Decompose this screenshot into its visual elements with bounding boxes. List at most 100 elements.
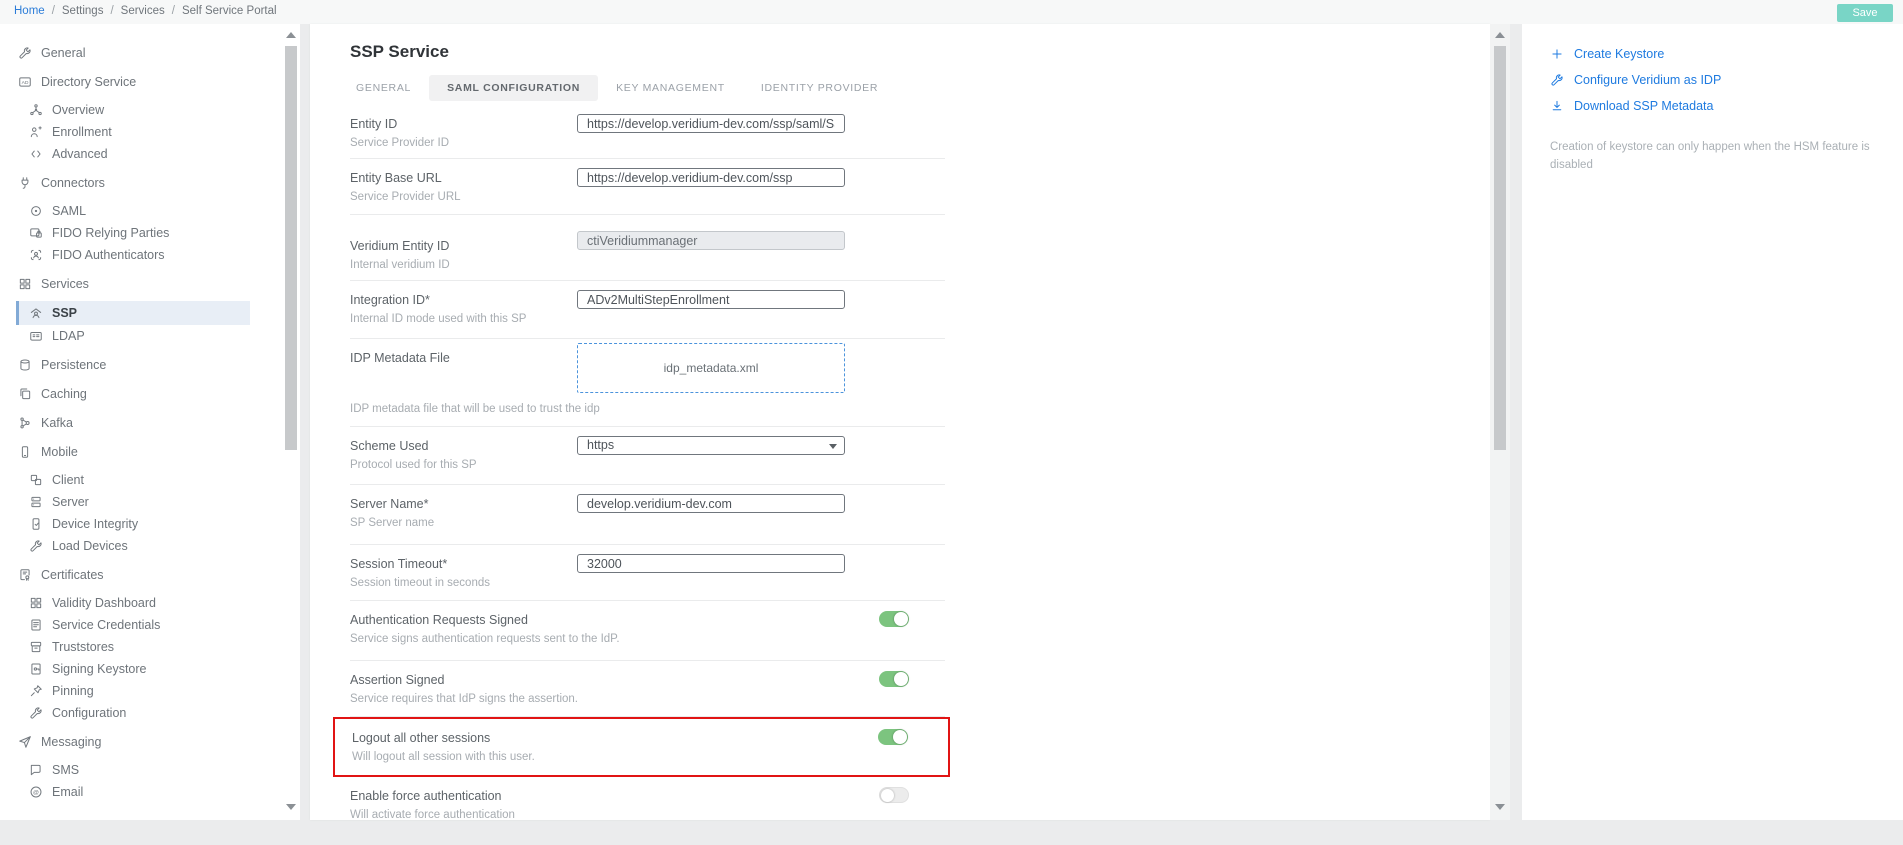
save-button[interactable]: Save bbox=[1837, 4, 1893, 22]
scroll-down-icon[interactable] bbox=[1495, 804, 1505, 810]
breadcrumb-separator: / bbox=[52, 5, 55, 17]
scroll-down-icon[interactable] bbox=[286, 804, 296, 810]
sidebar-item-label: General bbox=[41, 46, 85, 60]
sidebar-item-email[interactable]: Email bbox=[16, 781, 250, 803]
field-helper: Protocol used for this SP bbox=[350, 459, 945, 471]
phone-icon bbox=[18, 445, 32, 459]
tab-identity-provider[interactable]: IDENTITY PROVIDER bbox=[743, 75, 896, 101]
sidebar-item-messaging[interactable]: Messaging bbox=[16, 731, 250, 753]
scheme-used-value: https bbox=[587, 438, 614, 452]
sidebar-item-service-credentials[interactable]: Service Credentials bbox=[16, 614, 250, 636]
sidebar-item-directory-service[interactable]: Directory Service bbox=[16, 71, 250, 93]
sidebar-item-signing-keystore[interactable]: Signing Keystore bbox=[16, 658, 250, 680]
tab-key-management[interactable]: KEY MANAGEMENT bbox=[598, 75, 743, 101]
sidebar-item-general[interactable]: General bbox=[16, 42, 250, 64]
windows-icon bbox=[29, 473, 43, 487]
sidebar-item-label: Kafka bbox=[41, 416, 73, 430]
saml-configuration-form: Entity ID Service Provider ID Entity Bas… bbox=[350, 105, 945, 820]
sidebar-item-label: FIDO Relying Parties bbox=[52, 226, 169, 240]
field-helper: Service requires that IdP signs the asse… bbox=[350, 693, 945, 705]
scheme-used-select[interactable]: https bbox=[577, 436, 845, 455]
sidebar-item-overview[interactable]: Overview bbox=[16, 99, 250, 121]
scroll-up-icon[interactable] bbox=[1495, 32, 1505, 38]
sidebar-item-persistence[interactable]: Persistence bbox=[16, 354, 250, 376]
sidebar-item-label: SMS bbox=[52, 763, 79, 777]
sidebar-item-kafka[interactable]: Kafka bbox=[16, 412, 250, 434]
plug-icon bbox=[18, 176, 32, 190]
sidebar-item-caching[interactable]: Caching bbox=[16, 383, 250, 405]
sidebar-item-label: Pinning bbox=[52, 684, 94, 698]
sidebar-item-label: SSP bbox=[52, 306, 77, 320]
keystore-note: Creation of keystore can only happen whe… bbox=[1550, 139, 1879, 175]
sidebar-item-configuration[interactable]: Configuration bbox=[16, 702, 250, 724]
target-icon bbox=[29, 204, 43, 218]
enable-force-authentication-toggle[interactable] bbox=[879, 787, 909, 803]
link-label: Create Keystore bbox=[1574, 47, 1664, 61]
sidebar-scrollbar-thumb[interactable] bbox=[285, 46, 297, 450]
sidebar-item-label: Advanced bbox=[52, 147, 108, 161]
entity-base-url-input[interactable] bbox=[577, 168, 845, 187]
idp-metadata-filename: idp_metadata.xml bbox=[664, 361, 759, 375]
assertion-signed-toggle[interactable] bbox=[879, 671, 909, 687]
tab-saml-configuration[interactable]: SAML CONFIGURATION bbox=[429, 75, 598, 101]
create-keystore-link[interactable]: Create Keystore bbox=[1550, 41, 1879, 67]
idp-metadata-dropzone[interactable]: idp_metadata.xml bbox=[577, 343, 845, 393]
sidebar-item-certificates[interactable]: Certificates bbox=[16, 564, 250, 586]
sidebar-item-client[interactable]: Client bbox=[16, 469, 250, 491]
sidebar-item-label: SAML bbox=[52, 204, 86, 218]
form-row-authentication-requests-signed: Authentication Requests Signed Service s… bbox=[350, 601, 945, 661]
server-name-input[interactable] bbox=[577, 494, 845, 513]
sidebar-item-fido-authenticators[interactable]: FIDO Authenticators bbox=[16, 244, 250, 266]
sidebar-item-fido-relying-parties[interactable]: FIDO Relying Parties bbox=[16, 222, 250, 244]
configure-veridium-as-idp-link[interactable]: Configure Veridium as IDP bbox=[1550, 67, 1879, 93]
sidebar-item-mobile[interactable]: Mobile bbox=[16, 441, 250, 463]
authentication-requests-signed-toggle[interactable] bbox=[879, 611, 909, 627]
logout-all-other-sessions-toggle[interactable] bbox=[878, 729, 908, 745]
field-label: Authentication Requests Signed bbox=[350, 613, 945, 627]
sidebar-item-truststores[interactable]: Truststores bbox=[16, 636, 250, 658]
sidebar-item-device-integrity[interactable]: Device Integrity bbox=[16, 513, 250, 535]
sidebar-item-ssp[interactable]: SSP bbox=[16, 301, 250, 325]
chevron-down-icon bbox=[829, 444, 837, 449]
scroll-up-icon[interactable] bbox=[286, 32, 296, 38]
sidebar-item-sms[interactable]: SMS bbox=[16, 759, 250, 781]
sidebar-item-validity-dashboard[interactable]: Validity Dashboard bbox=[16, 592, 250, 614]
server-icon bbox=[29, 495, 43, 509]
form-row-enable-force-authentication: Enable force authentication Will activat… bbox=[350, 777, 945, 820]
breadcrumb-home-link[interactable]: Home bbox=[14, 5, 45, 17]
download-ssp-metadata-link[interactable]: Download SSP Metadata bbox=[1550, 93, 1879, 119]
sidebar-item-ldap[interactable]: LDAP bbox=[16, 325, 250, 347]
sidebar-item-label: Certificates bbox=[41, 568, 104, 582]
sidebar-item-label: Server bbox=[52, 495, 89, 509]
sidebar-item-advanced[interactable]: Advanced bbox=[16, 143, 250, 165]
breadcrumb-services-link[interactable]: Services bbox=[121, 5, 165, 17]
form-row-integration-id: Integration ID* Internal ID mode used wi… bbox=[350, 281, 945, 339]
integration-id-input[interactable] bbox=[577, 290, 845, 309]
sidebar-item-load-devices[interactable]: Load Devices bbox=[16, 535, 250, 557]
top-bar: Home / Settings / Services / Self Servic… bbox=[0, 0, 1903, 24]
sidebar-item-pinning[interactable]: Pinning bbox=[16, 680, 250, 702]
main-scrollbar-thumb[interactable] bbox=[1494, 46, 1506, 450]
pin-icon bbox=[29, 684, 43, 698]
sidebar-item-label: Client bbox=[52, 473, 84, 487]
sidebar-item-services[interactable]: Services bbox=[16, 273, 250, 295]
phone-check-icon bbox=[29, 517, 43, 531]
entity-id-input[interactable] bbox=[577, 114, 845, 133]
tab-general[interactable]: GENERAL bbox=[338, 75, 429, 101]
field-helper: Will activate force authentication bbox=[350, 809, 945, 820]
sidebar-item-connectors[interactable]: Connectors bbox=[16, 172, 250, 194]
send-icon bbox=[18, 735, 32, 749]
sidebar-item-enrollment[interactable]: Enrollment bbox=[16, 121, 250, 143]
sidebar-item-saml[interactable]: SAML bbox=[16, 200, 250, 222]
session-timeout-input[interactable] bbox=[577, 554, 845, 573]
code-icon bbox=[29, 147, 43, 161]
sidebar-item-label: Service Credentials bbox=[52, 618, 160, 632]
plus-icon bbox=[1550, 47, 1564, 61]
form-row-logout-all-other-sessions: Logout all other sessions Will logout al… bbox=[333, 717, 950, 777]
breadcrumb-separator: / bbox=[172, 5, 175, 17]
breadcrumb-settings-link[interactable]: Settings bbox=[62, 5, 104, 17]
field-helper: IDP metadata file that will be used to t… bbox=[350, 403, 945, 415]
sidebar-item-server[interactable]: Server bbox=[16, 491, 250, 513]
field-label: Enable force authentication bbox=[350, 789, 945, 803]
document-icon bbox=[29, 618, 43, 632]
